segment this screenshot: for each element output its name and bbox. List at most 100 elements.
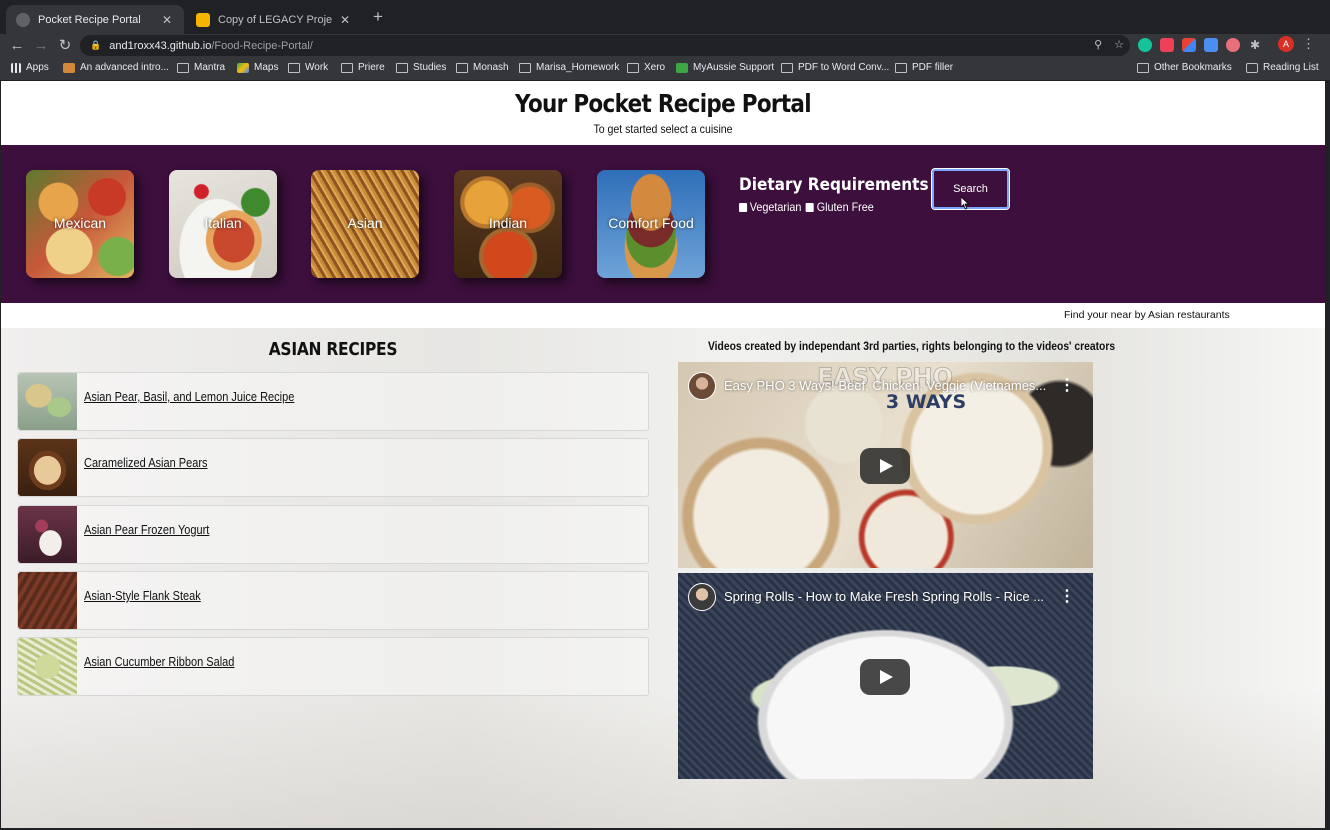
reading-list[interactable]: Reading List	[1246, 62, 1319, 73]
new-tab-icon[interactable]: +	[370, 7, 386, 27]
back-arrow-icon[interactable]: ←	[7, 36, 27, 56]
gluten-free-checkbox[interactable]	[805, 202, 815, 212]
bookmark-other[interactable]: Other Bookmarks	[1137, 62, 1232, 73]
record-extension-icon[interactable]	[1226, 38, 1240, 52]
forward-arrow-icon[interactable]: →	[31, 36, 51, 56]
recipe-card[interactable]: Asian Pear Frozen Yogurt	[17, 505, 649, 564]
cuisine-selector: Mexican Italian Asian Indian Comfort Foo…	[1, 145, 1325, 303]
bookmark-myaussie[interactable]: MyAussie Support	[676, 62, 774, 73]
bookmark-label: Reading List	[1263, 62, 1319, 73]
recipes-heading: ASIAN RECIPES	[268, 339, 398, 360]
video-title[interactable]: Spring Rolls - How to Make Fresh Spring …	[724, 589, 1054, 604]
tab-title: Pocket Recipe Portal	[38, 13, 141, 26]
bookmark-label: Apps	[26, 62, 49, 73]
channel-avatar[interactable]	[688, 372, 716, 400]
vegetarian-checkbox[interactable]	[739, 202, 748, 212]
tab-pocket-recipe-portal[interactable]: Pocket Recipe Portal ✕	[6, 5, 184, 34]
address-bar[interactable]: 🔒 and1roxx43.github.io/Food-Recipe-Porta…	[80, 35, 1130, 56]
recipe-thumbnail	[18, 506, 77, 563]
bookmark-work[interactable]: Work	[288, 62, 328, 73]
cuisine-label: Italian	[204, 215, 242, 231]
recipe-thumbnail	[18, 373, 77, 430]
bookmark-label: Marisa_Homework	[536, 62, 620, 73]
bookmark-mantra[interactable]: Mantra	[177, 62, 225, 73]
apps-grid-icon	[11, 62, 21, 73]
site-favicon-icon	[63, 62, 75, 73]
video-title[interactable]: Easy PHO 3 Ways! Beef, Chicken, Veggie (…	[724, 378, 1054, 393]
maps-icon	[237, 62, 249, 73]
bookmark-studies[interactable]: Studies	[396, 62, 446, 73]
cuisine-card-indian[interactable]: Indian	[454, 170, 562, 278]
extensions-puzzle-icon[interactable]: ✱	[1248, 38, 1262, 52]
page-header: Your Pocket Recipe Portal To get started…	[1, 81, 1325, 145]
cuisine-card-italian[interactable]: Italian	[169, 170, 277, 278]
reload-icon[interactable]: ↻	[55, 36, 75, 56]
grammarly-extension-icon[interactable]	[1138, 38, 1152, 52]
folder-icon	[627, 62, 639, 73]
cuisine-label: Mexican	[53, 215, 107, 231]
recipe-link[interactable]: Asian Pear, Basil, and Lemon Juice Recip…	[84, 390, 294, 404]
folder-icon	[1137, 62, 1149, 73]
url-path: /Food-Recipe-Portal/	[211, 39, 313, 52]
lock-icon: 🔒	[90, 40, 102, 50]
cuisine-card-mexican[interactable]: Mexican	[26, 170, 134, 278]
folder-icon	[396, 62, 408, 73]
recipe-card[interactable]: Asian Cucumber Ribbon Salad	[17, 637, 649, 696]
color-extension-icon[interactable]	[1182, 38, 1196, 52]
bookmark-monash[interactable]: Monash	[456, 62, 509, 73]
pocket-extension-icon[interactable]	[1160, 38, 1174, 52]
video-menu-icon[interactable]: ⋮	[1059, 586, 1075, 606]
bookmarks-bar: Apps An advanced intro... Mantra Maps Wo…	[0, 58, 1330, 80]
video-overlay-subheading: 3 WAYS	[886, 391, 966, 413]
recipe-card[interactable]: Caramelized Asian Pears	[17, 438, 649, 497]
play-button-icon[interactable]	[860, 659, 910, 695]
channel-avatar[interactable]	[688, 583, 716, 611]
bookmark-label: Mantra	[194, 62, 226, 73]
url-host: and1roxx43.github.io	[109, 39, 212, 52]
recipe-card[interactable]: Asian-Style Flank Steak	[17, 571, 649, 630]
recipe-thumbnail	[18, 638, 77, 695]
recipe-link[interactable]: Asian-Style Flank Steak	[84, 589, 201, 603]
recipe-link[interactable]: Asian Pear Frozen Yogurt	[84, 523, 209, 537]
close-tab-icon[interactable]: ✕	[160, 13, 174, 27]
reading-list-icon	[1246, 62, 1258, 73]
site-favicon-icon	[676, 62, 688, 73]
dietary-options: Vegetarian Gluten Free	[739, 200, 874, 214]
find-restaurants-bar: Find your near by Asian restaurants	[1, 303, 1325, 328]
bookmark-pdf-to-word[interactable]: PDF to Word Conv...	[781, 62, 889, 73]
bookmark-marisa-homework[interactable]: Marisa_Homework	[519, 62, 619, 73]
bookmark-apps[interactable]: Apps	[11, 62, 49, 73]
bookmark-label: Xero	[644, 62, 666, 73]
cuisine-card-asian[interactable]: Asian	[311, 170, 419, 278]
bookmark-label: MyAussie Support	[693, 62, 775, 73]
tab-legacy-project[interactable]: Copy of LEGACY Project Prese ✕	[186, 5, 362, 34]
bookmark-advanced-intro[interactable]: An advanced intro...	[63, 62, 169, 73]
bookmark-xero[interactable]: Xero	[627, 62, 665, 73]
page-title: Your Pocket Recipe Portal	[515, 89, 812, 118]
gluten-free-label: Gluten Free	[816, 200, 874, 214]
bookmark-star-icon[interactable]: ☆	[1114, 38, 1124, 51]
recipe-link[interactable]: Asian Cucumber Ribbon Salad	[84, 655, 234, 669]
location-pin-icon[interactable]: ⚲	[1094, 38, 1102, 51]
browser-toolbar: ← → ↻ 🔒 and1roxx43.github.io/Food-Recipe…	[0, 34, 1330, 58]
tool-extension-icon[interactable]	[1204, 38, 1218, 52]
video-menu-icon[interactable]: ⋮	[1059, 375, 1075, 395]
search-button[interactable]: Search	[931, 168, 1010, 210]
video-player-spring-rolls[interactable]: Spring Rolls - How to Make Fresh Spring …	[678, 573, 1093, 779]
bookmark-label: Work	[305, 62, 329, 73]
recipe-card[interactable]: Asian Pear, Basil, and Lemon Juice Recip…	[17, 372, 649, 431]
video-player-pho[interactable]: EASY PHO 3 WAYS Easy PHO 3 Ways! Beef, C…	[678, 362, 1093, 568]
cuisine-label: Indian	[488, 215, 528, 231]
bookmark-priere[interactable]: Priere	[341, 62, 385, 73]
recipe-link[interactable]: Caramelized Asian Pears	[84, 456, 208, 470]
bookmark-pdf-filler[interactable]: PDF filler	[895, 62, 953, 73]
bookmark-maps[interactable]: Maps	[237, 62, 278, 73]
close-tab-icon[interactable]: ✕	[338, 13, 352, 27]
cuisine-card-comfort-food[interactable]: Comfort Food	[597, 170, 705, 278]
bookmark-label: An advanced intro...	[80, 62, 169, 73]
dietary-title: Dietary Requirements	[739, 175, 929, 195]
profile-avatar[interactable]: A	[1278, 36, 1294, 52]
play-button-icon[interactable]	[860, 448, 910, 484]
browser-menu-icon[interactable]: ⋮	[1302, 36, 1315, 52]
find-restaurants-link[interactable]: Find your near by Asian restaurants	[1064, 309, 1230, 321]
